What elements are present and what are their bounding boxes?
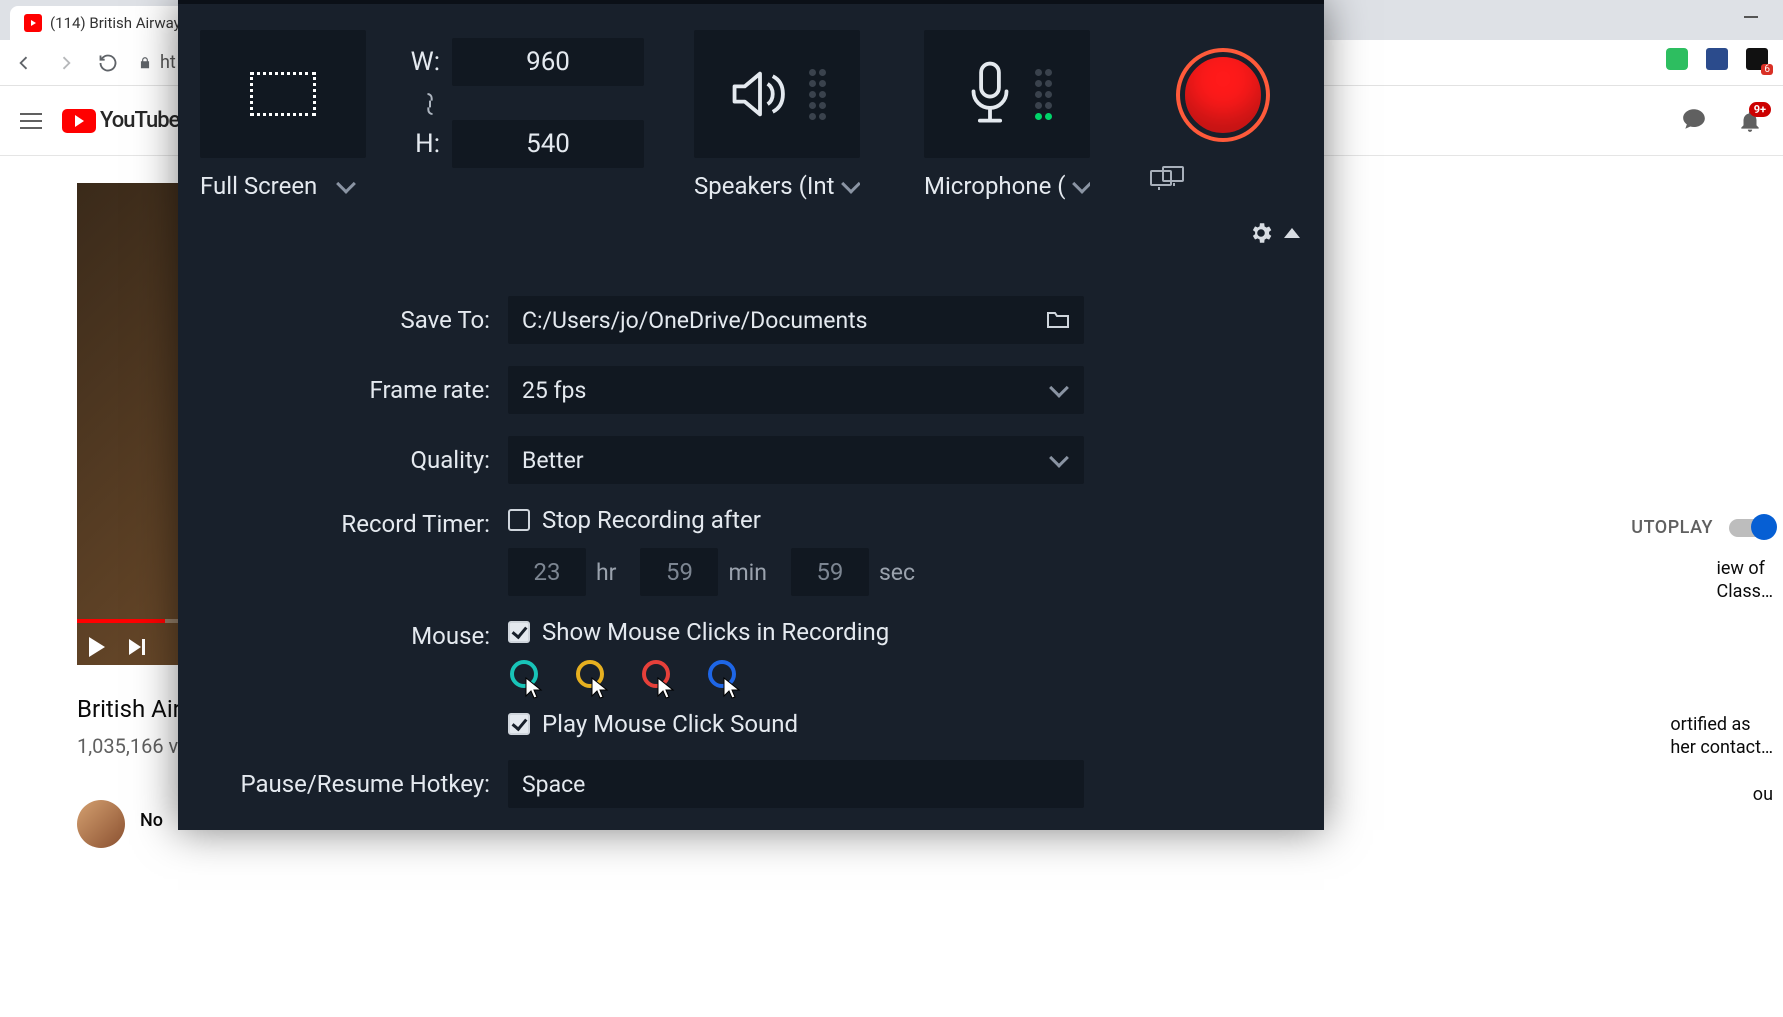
related-video-3[interactable]: ou [1753, 784, 1773, 807]
related-video-1[interactable]: iew of Class… [1716, 558, 1773, 603]
microphone-dropdown[interactable]: Microphone ( [924, 172, 1090, 200]
settings-form: Save To: C:/Users/jo/OneDrive/Documents … [178, 296, 1324, 830]
speaker-icon [729, 66, 791, 122]
next-button[interactable] [129, 639, 145, 655]
click-sound-label: Play Mouse Click Sound [542, 710, 798, 738]
url-text: ht [160, 52, 176, 73]
show-clicks-label: Show Mouse Clicks in Recording [542, 618, 889, 646]
screen-recorder-panel: Full Screen W: H: Speakers (Int [178, 0, 1324, 830]
timer-seconds-input[interactable] [791, 548, 869, 596]
autoplay-toggle[interactable] [1729, 519, 1773, 537]
youtube-favicon-icon [24, 14, 42, 32]
cursor-color-option-2[interactable] [640, 660, 682, 702]
menu-button[interactable] [20, 113, 42, 129]
seconds-unit: sec [879, 559, 915, 586]
channel-avatar[interactable] [77, 800, 125, 848]
evernote-extension-icon[interactable] [1666, 48, 1688, 70]
lock-icon [138, 56, 152, 70]
microphone-tile[interactable] [924, 30, 1090, 158]
speaker-level-meter [809, 69, 826, 120]
messages-icon[interactable] [1681, 106, 1707, 136]
autoplay-label: UTOPLAY [1631, 517, 1713, 538]
chevron-down-icon [842, 174, 860, 194]
width-input[interactable] [452, 38, 644, 86]
related-video-2[interactable]: ortified as her contact… [1670, 714, 1773, 759]
reload-button[interactable] [96, 51, 120, 75]
stop-after-label: Stop Recording after [542, 506, 761, 534]
link-dimensions-icon[interactable] [420, 92, 440, 122]
framerate-select[interactable]: 25 fps [508, 366, 1084, 414]
address-bar[interactable]: ht [138, 52, 176, 73]
capture-area-tile[interactable] [200, 30, 366, 158]
timer-minutes-input[interactable] [640, 548, 718, 596]
framerate-value: 25 fps [522, 377, 586, 404]
speakers-value: Speakers (Int [694, 172, 834, 200]
chevron-down-icon [336, 174, 356, 194]
folder-icon[interactable] [1046, 310, 1070, 330]
hours-unit: hr [596, 559, 616, 586]
nav-back-button[interactable] [12, 51, 36, 75]
multi-monitor-icon[interactable] [1150, 166, 1184, 198]
height-input[interactable] [452, 120, 644, 168]
cursor-color-option-3[interactable] [706, 660, 748, 702]
cursor-color-option-1[interactable] [574, 660, 616, 702]
mouse-label: Mouse: [178, 618, 508, 650]
mic-level-meter [1035, 69, 1052, 120]
height-label: H: [408, 129, 440, 159]
youtube-wordmark: YouTube [100, 108, 179, 133]
capture-mode-value: Full Screen [200, 172, 317, 200]
save-to-label: Save To: [178, 306, 508, 334]
reader-extension-icon[interactable] [1706, 48, 1728, 70]
quality-select[interactable]: Better [508, 436, 1084, 484]
window-minimize-button[interactable] [1744, 16, 1758, 18]
width-label: W: [408, 47, 440, 77]
speakers-tile[interactable] [694, 30, 860, 158]
play-button[interactable] [89, 637, 105, 657]
chevron-down-icon [1049, 448, 1069, 468]
chevron-down-icon [1073, 174, 1090, 194]
youtube-logo[interactable]: YouTube [62, 108, 179, 133]
gear-icon [1248, 220, 1274, 246]
quality-value: Better [522, 447, 584, 474]
capture-area-icon [250, 72, 316, 116]
quality-label: Quality: [178, 446, 508, 474]
caret-up-icon [1284, 228, 1300, 238]
stop-after-checkbox[interactable] [508, 509, 530, 531]
timer-hours-input[interactable] [508, 548, 586, 596]
settings-toggle[interactable] [1248, 220, 1300, 246]
notification-badge: 9+ [1749, 102, 1771, 117]
browser-tab[interactable]: (114) British Airways [10, 6, 203, 40]
channel-name[interactable]: No [140, 810, 163, 831]
microphone-value: Microphone ( [924, 172, 1065, 200]
youtube-play-icon [62, 109, 96, 133]
show-clicks-checkbox[interactable] [508, 621, 530, 643]
record-timer-label: Record Timer: [178, 506, 508, 538]
capture-mode-dropdown[interactable]: Full Screen [200, 172, 353, 200]
extension-icons: 6 [1666, 48, 1768, 70]
save-to-value: C:/Users/jo/OneDrive/Documents [522, 307, 868, 334]
cursor-color-option-0[interactable] [508, 660, 550, 702]
video-views: 1,035,166 vi [77, 734, 183, 758]
hotkey-field[interactable]: Space [508, 760, 1084, 808]
minutes-unit: min [728, 559, 766, 586]
notifications-button[interactable]: 9+ [1737, 108, 1763, 134]
nav-forward-button[interactable] [54, 51, 78, 75]
speakers-dropdown[interactable]: Speakers (Int [694, 172, 860, 200]
amazon-extension-icon[interactable]: 6 [1746, 48, 1768, 70]
hotkey-label: Pause/Resume Hotkey: [178, 770, 508, 798]
framerate-label: Frame rate: [178, 376, 508, 404]
tab-title: (114) British Airways [50, 14, 189, 32]
save-to-field[interactable]: C:/Users/jo/OneDrive/Documents [508, 296, 1084, 344]
video-title: British Airv [77, 695, 193, 723]
hotkey-value: Space [522, 771, 585, 798]
microphone-icon [963, 61, 1017, 127]
autoplay-row: UTOPLAY [1631, 517, 1773, 538]
record-button[interactable] [1180, 52, 1266, 138]
click-sound-checkbox[interactable] [508, 713, 530, 735]
cursor-color-options [508, 660, 1084, 702]
chevron-down-icon [1049, 378, 1069, 398]
